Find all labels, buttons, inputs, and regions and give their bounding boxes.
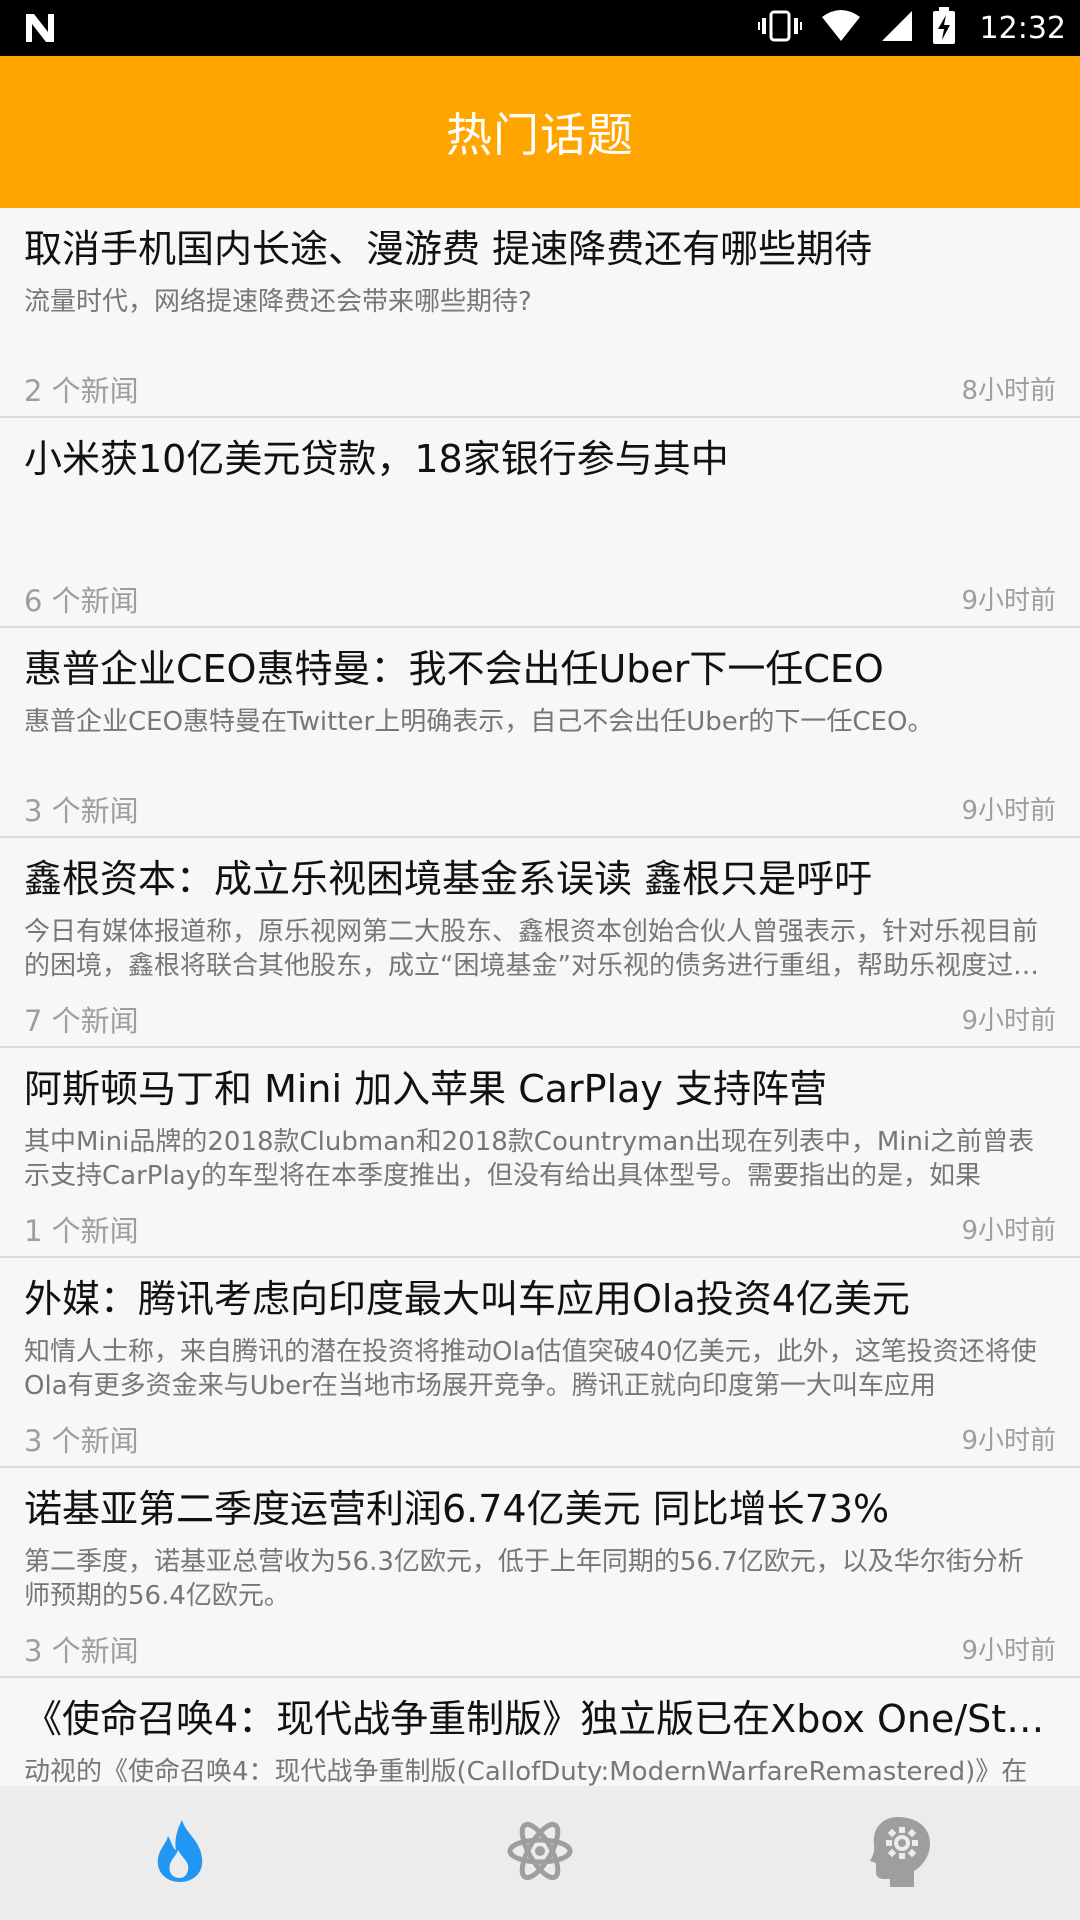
- topic-summary: 今日有媒体报道称，原乐视网第二大股东、鑫根资本创始合伙人曾强表示，针对乐视目前的…: [24, 917, 1039, 981]
- tab-hot-topics[interactable]: [80, 1786, 280, 1920]
- topic-title: 诺基亚第二季度运营利润6.74亿美元 同比增长73%: [24, 1487, 890, 1531]
- brain-gear-icon: [868, 1815, 932, 1891]
- topic-item[interactable]: 惠普企业CEO惠特曼：我不会出任Uber下一任CEO 惠普企业CEO惠特曼在Tw…: [0, 628, 1080, 838]
- topic-title: 外媒：腾讯考虑向印度最大叫车应用Ola投资4亿美元: [24, 1277, 910, 1321]
- atom-icon: [505, 1816, 575, 1890]
- status-bar: 12:32: [0, 0, 1080, 56]
- topic-time: 9小时前: [961, 796, 1056, 826]
- signal-icon: [880, 9, 914, 47]
- status-time: 12:32: [979, 10, 1066, 46]
- topic-item[interactable]: 取消手机国内长途、漫游费 提速降费还有哪些期待 流量时代，网络提速降费还会带来哪…: [0, 208, 1080, 418]
- topic-item[interactable]: 诺基亚第二季度运营利润6.74亿美元 同比增长73% 第二季度，诺基亚总营收为5…: [0, 1468, 1080, 1678]
- topic-title: 阿斯顿马丁和 Mini 加入苹果 CarPlay 支持阵营: [24, 1067, 827, 1111]
- topic-summary: 知情人士称，来自腾讯的潜在投资将推动Ola估值突破40亿美元，此外，这笔投资还将…: [24, 1337, 1037, 1401]
- topic-summary: 动视的《使命召唤4：现代战争重制版(CallofDuty:ModernWarfa…: [24, 1757, 1028, 1786]
- news-count: 7 个新闻: [24, 1004, 139, 1038]
- app-bar: 热门话题: [0, 56, 1080, 208]
- topic-item[interactable]: 外媒：腾讯考虑向印度最大叫车应用Ola投资4亿美元 知情人士称，来自腾讯的潜在投…: [0, 1258, 1080, 1468]
- page-title: 热门话题: [446, 108, 634, 162]
- news-count: 3 个新闻: [24, 1634, 139, 1668]
- topic-time: 8小时前: [961, 376, 1056, 406]
- topic-summary: 第二季度，诺基亚总营收为56.3亿欧元，低于上年同期的56.7亿欧元，以及华尔街…: [24, 1547, 1024, 1611]
- news-count: 2 个新闻: [24, 374, 139, 408]
- vibrate-icon: [757, 9, 802, 47]
- topic-time: 9小时前: [961, 1216, 1056, 1246]
- wifi-icon: [820, 9, 862, 47]
- topic-summary: 惠普企业CEO惠特曼在Twitter上明确表示，自己不会出任Uber的下一任CE…: [24, 707, 934, 737]
- battery-charging-icon: [932, 7, 956, 49]
- news-count: 3 个新闻: [24, 1424, 139, 1458]
- topic-time: 9小时前: [961, 1636, 1056, 1666]
- n-logo-icon: [22, 10, 58, 50]
- topic-summary: 流量时代，网络提速降费还会带来哪些期待?: [24, 287, 532, 317]
- bottom-nav: [0, 1786, 1080, 1920]
- topic-title: 惠普企业CEO惠特曼：我不会出任Uber下一任CEO: [24, 647, 884, 691]
- topic-title: 鑫根资本：成立乐视困境基金系误读 鑫根只是呼吁: [24, 857, 873, 901]
- topic-title: 《使命召唤4：现代战争重制版》独立版已在Xbox One/Steam: [24, 1697, 1056, 1741]
- topic-time: 9小时前: [961, 1006, 1056, 1036]
- news-count: 3 个新闻: [24, 794, 139, 828]
- topic-item[interactable]: 阿斯顿马丁和 Mini 加入苹果 CarPlay 支持阵营 其中Mini品牌的2…: [0, 1048, 1080, 1258]
- tab-science[interactable]: [440, 1786, 640, 1920]
- news-count: 6 个新闻: [24, 584, 139, 618]
- topic-time: 9小时前: [961, 1426, 1056, 1456]
- topic-item[interactable]: 《使命召唤4：现代战争重制版》独立版已在Xbox One/Steam 动视的《使…: [0, 1678, 1080, 1786]
- topic-item[interactable]: 小米获10亿美元贷款，18家银行参与其中 6 个新闻 9小时前: [0, 418, 1080, 628]
- topic-item[interactable]: 鑫根资本：成立乐视困境基金系误读 鑫根只是呼吁 今日有媒体报道称，原乐视网第二大…: [0, 838, 1080, 1048]
- topic-list[interactable]: 取消手机国内长途、漫游费 提速降费还有哪些期待 流量时代，网络提速降费还会带来哪…: [0, 208, 1080, 1786]
- topic-title: 小米获10亿美元贷款，18家银行参与其中: [24, 437, 729, 481]
- topic-time: 9小时前: [961, 586, 1056, 616]
- topic-title: 取消手机国内长途、漫游费 提速降费还有哪些期待: [24, 227, 873, 271]
- topic-summary: 其中Mini品牌的2018款Clubman和2018款Countryman出现在…: [24, 1127, 1035, 1191]
- tab-intelligence[interactable]: [800, 1786, 1000, 1920]
- news-count: 1 个新闻: [24, 1214, 139, 1248]
- flame-icon: [152, 1818, 208, 1888]
